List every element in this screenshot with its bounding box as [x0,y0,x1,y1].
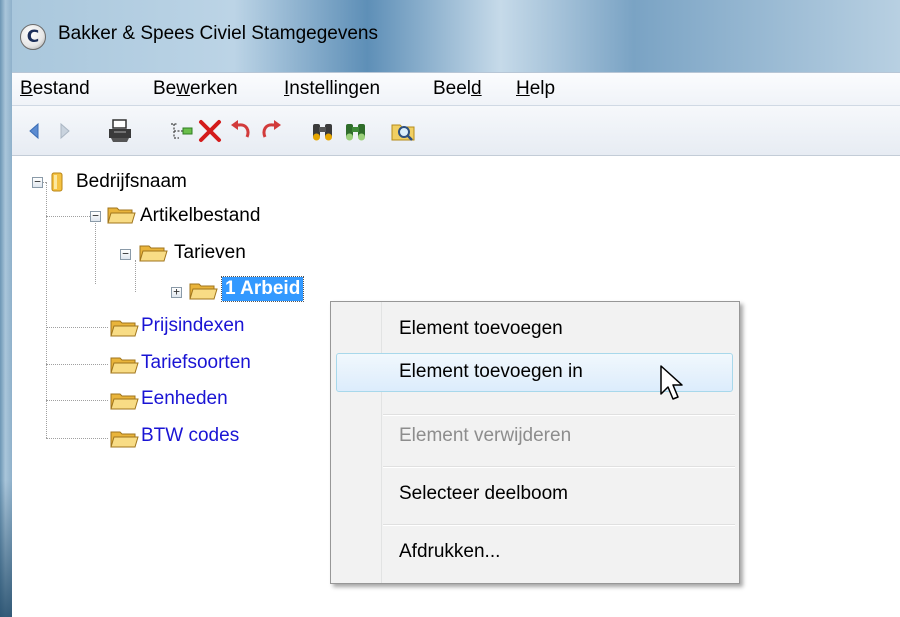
menu-separator [383,524,735,526]
menu-item-element-toevoegen-in[interactable]: Element toevoegen in [399,360,583,384]
menu-item-element-toevoegen[interactable]: Element toevoegen [399,317,563,341]
folder-open-icon [139,245,168,262]
find-next-binoculars-icon[interactable] [341,116,371,146]
tree-node-bedrijfsnaam[interactable]: Bedrijfsnaam [76,170,187,194]
arbeid-expand-toggle[interactable]: + [171,286,182,298]
mouse-pointer-icon [660,365,683,400]
application-window: C Bakker & Spees Civiel Stamgegevens Bes… [0,0,900,617]
tarieven-collapse-toggle[interactable]: − [120,248,131,260]
menu-item-element-verwijderen[interactable]: Element verwijderen [399,424,571,448]
title-bar[interactable]: C Bakker & Spees Civiel Stamgegevens [12,0,900,72]
menu-bar: Bestand Bewerken Instellingen Beeld Help [12,72,900,106]
menu-help[interactable]: Help [516,77,555,101]
tree-node-tariefsoorten[interactable]: Tariefsoorten [141,351,251,375]
context-menu: Element toevoegen Element toevoegen in E… [330,301,740,584]
folder-open-icon [110,431,139,448]
root-collapse-toggle[interactable]: − [32,176,43,188]
menu-item-selecteer-deelboom[interactable]: Selecteer deelboom [399,482,568,506]
magnify-folder-icon[interactable] [388,116,418,146]
delete-x-icon[interactable] [195,116,225,146]
menu-bewerken[interactable]: Bewerken [153,77,238,101]
printer-icon[interactable] [105,116,135,146]
find-binoculars-icon[interactable] [308,116,338,146]
artikelbestand-collapse-toggle[interactable]: − [90,210,101,222]
menu-separator [383,466,735,468]
toolbar [12,106,900,156]
folder-open-icon [110,393,139,410]
undo-icon[interactable] [226,116,256,146]
menu-instellingen[interactable]: Instellingen [284,77,380,101]
folder-open-icon [110,320,139,337]
tree-node-prijsindexen[interactable]: Prijsindexen [141,314,245,338]
app-icon[interactable]: C [20,24,46,50]
window-title: Bakker & Spees Civiel Stamgegevens [58,23,378,44]
tree-node-artikelbestand[interactable]: Artikelbestand [140,204,260,228]
database-icon [51,172,63,192]
forward-arrow-icon[interactable] [50,116,80,146]
tree-node-eenheden[interactable]: Eenheden [141,387,228,411]
menu-bestand[interactable]: Bestand [20,77,90,101]
menu-item-afdrukken[interactable]: Afdrukken... [399,540,500,564]
insert-node-icon[interactable] [165,116,195,146]
redo-icon[interactable] [256,116,286,146]
folder-open-icon [110,357,139,374]
context-menu-gutter [331,302,382,583]
tree-node-tarieven[interactable]: Tarieven [174,241,246,265]
back-arrow-icon[interactable] [20,116,50,146]
tree-node-btw-codes[interactable]: BTW codes [141,424,239,448]
folder-open-icon [189,283,218,300]
window-left-border [0,0,12,617]
menu-beeld[interactable]: Beeld [433,77,482,101]
tree-node-arbeid-selected[interactable]: 1 Arbeid [220,276,305,302]
menu-separator [383,414,735,416]
folder-open-icon [107,207,136,224]
